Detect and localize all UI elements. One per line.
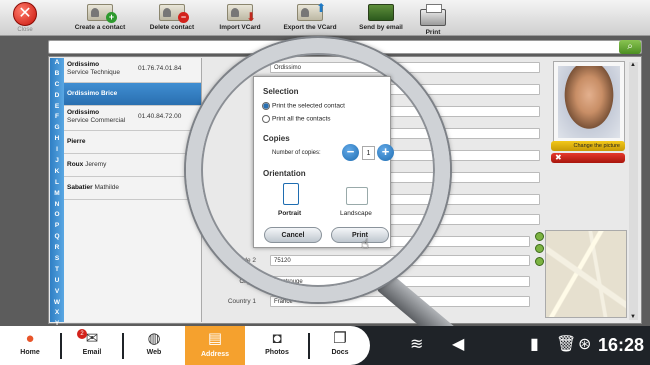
alphabet-letter[interactable]: A: [50, 58, 64, 69]
documents-icon: ❐: [333, 330, 347, 347]
close-button[interactable]: ✕ Close: [4, 2, 46, 36]
close-icon: ✕: [13, 2, 37, 26]
alphabet-letter[interactable]: K: [50, 167, 64, 178]
envelope-icon: ✉: [85, 330, 99, 347]
portrait-icon[interactable]: [283, 183, 299, 205]
send-email-icon: [368, 4, 394, 21]
alphabet-letter[interactable]: M: [50, 189, 64, 200]
print-dialog: Selection Print the selected contact Pri…: [253, 76, 394, 248]
alphabet-letter[interactable]: N: [50, 200, 64, 211]
alphabet-letter[interactable]: G: [50, 123, 64, 134]
add-contact-icon: +: [87, 4, 117, 23]
alphabet-letter[interactable]: U: [50, 276, 64, 287]
alphabet-letter[interactable]: L: [50, 178, 64, 189]
list-item[interactable]: Ordissimo Service Commercial 01.40.84.72…: [64, 106, 201, 131]
scrollbar[interactable]: [629, 62, 638, 320]
list-item[interactable]: Roux Jeremy: [64, 154, 201, 177]
alphabet-letter[interactable]: F: [50, 112, 64, 123]
alphabet-letter[interactable]: V: [50, 287, 64, 298]
camera-icon: ◘: [272, 330, 282, 347]
contact-list: Ordissimo Service Technique 01.76.74.01.…: [64, 58, 202, 322]
alphabet-letter[interactable]: W: [50, 298, 64, 309]
delete-picture-button[interactable]: ✖: [551, 153, 625, 163]
radio-all-contacts[interactable]: Print all the contacts: [262, 115, 331, 123]
help-lifebuoy-icon[interactable]: ⊛: [578, 334, 591, 354]
avatar: [558, 66, 620, 138]
map-mode-icon[interactable]: [535, 257, 544, 266]
cancel-button[interactable]: Cancel: [264, 227, 322, 243]
radio-selected-contact[interactable]: Print the selected contact: [262, 102, 345, 110]
close-label: Close: [17, 27, 33, 33]
send-email-button[interactable]: Send by email: [354, 4, 408, 34]
print-button[interactable]: Print: [418, 4, 448, 36]
delete-contact-icon: −: [159, 4, 189, 23]
create-contact-button[interactable]: + Create a contact: [72, 4, 128, 34]
import-vcard-button[interactable]: ⬇ Import VCard: [214, 4, 266, 34]
printer-icon: [420, 4, 446, 26]
export-vcard-icon: ⬆: [297, 1, 326, 21]
home-button[interactable]: ● Home: [0, 330, 60, 364]
alphabet-letter[interactable]: S: [50, 254, 64, 265]
increase-copies-button[interactable]: +: [377, 144, 394, 161]
list-item[interactable]: Pierre: [64, 131, 201, 154]
landscape-icon[interactable]: [346, 187, 368, 205]
battery-icon: ▮: [530, 336, 539, 353]
docs-button[interactable]: ❐ Docs: [310, 330, 370, 364]
alphabet-letter[interactable]: P: [50, 221, 64, 232]
email-button[interactable]: ✉ Email: [62, 330, 122, 364]
map-thumbnail[interactable]: [545, 230, 627, 318]
volume-icon[interactable]: ◀: [452, 334, 464, 354]
alphabet-letter[interactable]: R: [50, 243, 64, 254]
unread-badge: 2: [77, 329, 87, 339]
zoom-out-icon[interactable]: [535, 244, 544, 253]
address-book-icon: ▤: [207, 330, 223, 347]
alphabet-letter[interactable]: D: [50, 91, 64, 102]
contact-photo: [553, 61, 625, 143]
country-label: Country 1: [227, 298, 256, 305]
zoom-in-icon[interactable]: [535, 232, 544, 241]
alphabet-letter[interactable]: O: [50, 210, 64, 221]
address-button[interactable]: ▤ Address: [185, 326, 245, 365]
alphabet-letter[interactable]: X: [50, 308, 64, 319]
alphabet-letter[interactable]: E: [50, 102, 64, 113]
list-item[interactable]: Ordissimo Service Technique 01.76.74.01.…: [64, 58, 201, 83]
alphabet-letter[interactable]: J: [50, 156, 64, 167]
orientation-heading: Orientation: [263, 169, 306, 178]
list-item-selected[interactable]: Ordissimo Brice: [64, 83, 201, 106]
portrait-label[interactable]: Portrait: [278, 210, 301, 217]
alphabet-letter[interactable]: B: [50, 69, 64, 80]
photos-button[interactable]: ◘ Photos: [247, 330, 307, 364]
confirm-print-button[interactable]: Print: [331, 227, 389, 243]
change-picture-button[interactable]: Change the picture: [551, 141, 625, 151]
decrease-copies-button[interactable]: −: [342, 144, 359, 161]
copies-field[interactable]: 1: [362, 146, 375, 160]
landscape-label[interactable]: Landscape: [340, 210, 372, 217]
alphabet-letter[interactable]: I: [50, 145, 64, 156]
toolbar: ✕ Close + Create a contact − Delete cont…: [0, 0, 650, 36]
alphabet-letter[interactable]: T: [50, 265, 64, 276]
web-button[interactable]: ◍ Web: [124, 330, 184, 364]
hand-cursor-icon: ☝: [361, 236, 369, 251]
home-icon: ●: [25, 330, 35, 347]
globe-icon: ◍: [147, 330, 161, 347]
clock: 16:28: [598, 335, 645, 355]
copies-heading: Copies: [263, 134, 290, 143]
list-item[interactable]: Sabatier Mathilde: [64, 177, 201, 200]
trash-icon[interactable]: 🗑: [556, 334, 576, 354]
alphabet-letter[interactable]: Q: [50, 232, 64, 243]
radio-icon: [262, 102, 270, 110]
delete-contact-button[interactable]: − Delete contact: [144, 4, 200, 34]
search-icon[interactable]: ⌕: [619, 40, 641, 54]
alphabet-index: ABCDEFGHIJKLMNOPQRSTUVWXYZ: [50, 58, 64, 338]
selection-heading: Selection: [263, 87, 299, 96]
radio-icon: [262, 115, 270, 123]
copies-label: Number of copies:: [272, 150, 321, 156]
export-vcard-button[interactable]: ⬆ Export the VCard: [280, 1, 340, 34]
close-icon: ✖: [555, 153, 562, 162]
alphabet-letter[interactable]: H: [50, 134, 64, 145]
wifi-icon[interactable]: ≋: [410, 334, 423, 354]
import-vcard-icon: ⬇: [227, 4, 256, 24]
alphabet-letter[interactable]: C: [50, 80, 64, 91]
